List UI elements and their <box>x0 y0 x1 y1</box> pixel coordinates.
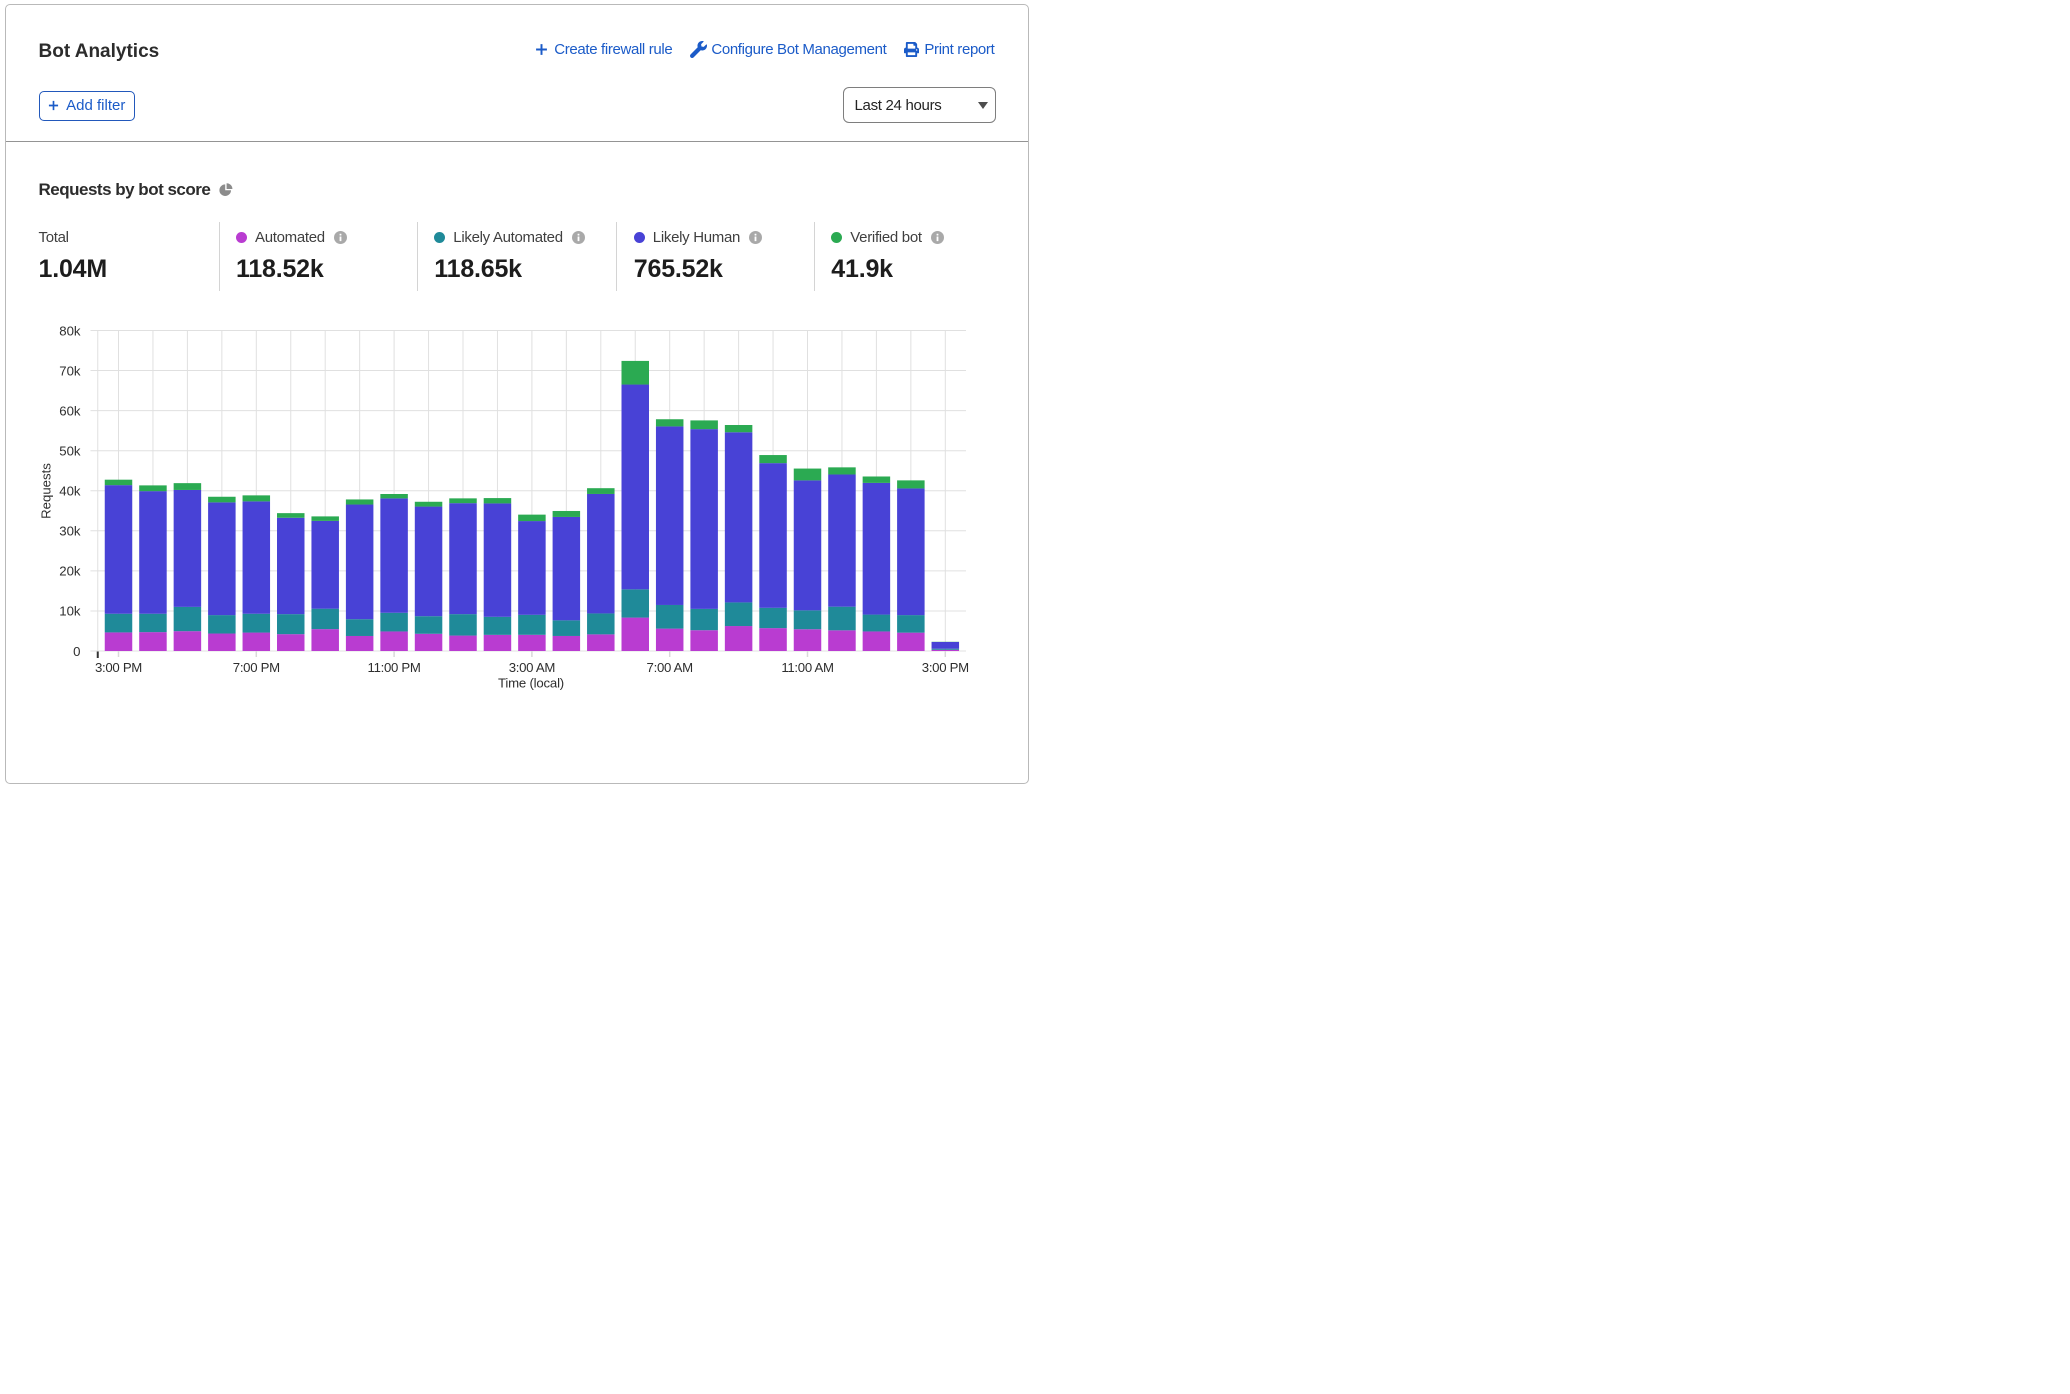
svg-text:3:00 PM: 3:00 PM <box>922 660 969 675</box>
svg-text:10k: 10k <box>59 604 81 619</box>
svg-text:80k: 80k <box>59 323 81 338</box>
svg-text:50k: 50k <box>59 443 81 458</box>
svg-text:0: 0 <box>73 644 80 659</box>
svg-text:3:00 AM: 3:00 AM <box>509 660 555 675</box>
svg-text:20k: 20k <box>59 564 81 579</box>
svg-text:7:00 AM: 7:00 AM <box>647 660 693 675</box>
svg-text:30k: 30k <box>59 524 81 539</box>
svg-text:60k: 60k <box>59 403 81 418</box>
svg-text:7:00 PM: 7:00 PM <box>233 660 280 675</box>
svg-text:70k: 70k <box>59 363 81 378</box>
svg-text:Requests: Requests <box>39 463 54 519</box>
svg-text:11:00 PM: 11:00 PM <box>368 660 421 675</box>
svg-text:40k: 40k <box>59 484 81 499</box>
svg-text:11:00 AM: 11:00 AM <box>781 660 833 675</box>
svg-text:Time (local): Time (local) <box>498 676 564 691</box>
svg-text:3:00 PM: 3:00 PM <box>95 660 142 675</box>
